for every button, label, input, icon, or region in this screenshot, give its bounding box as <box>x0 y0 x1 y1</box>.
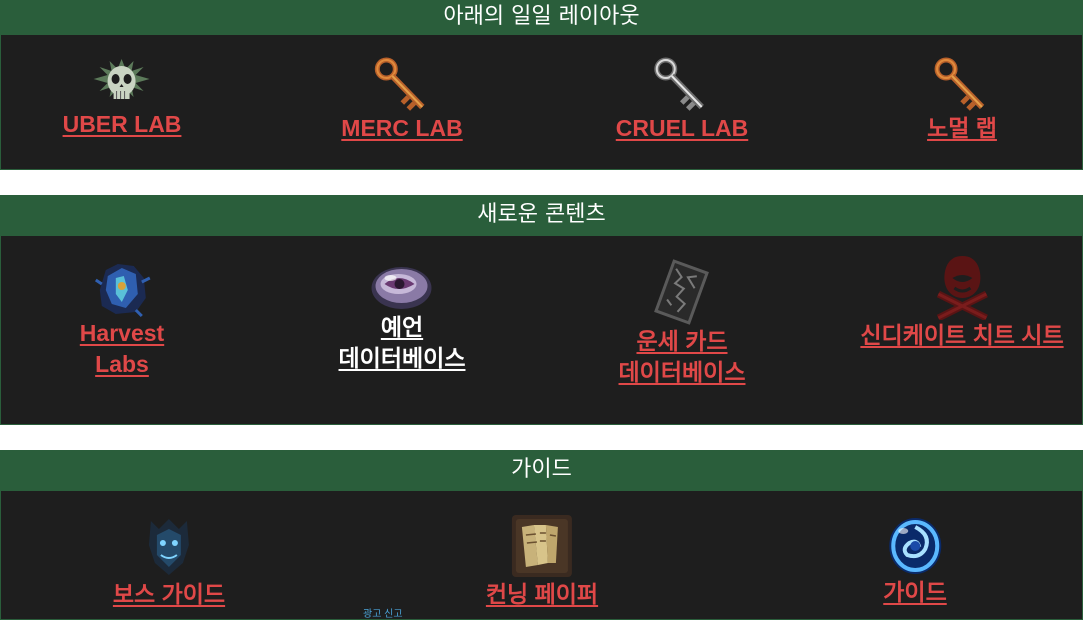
section-title-daily-lab: 아래의 일일 레이아웃 <box>1 1 1082 35</box>
cruel-lab-link[interactable]: CRUEL LAB <box>616 113 748 144</box>
harvest-crystal-icon <box>95 264 151 318</box>
prophecy-line2: 데이터베이스 <box>338 345 466 371</box>
harvest-labs-line2: Labs <box>95 351 149 377</box>
boss-guide-link[interactable]: 보스 가이드 <box>113 579 225 610</box>
divination-card-item[interactable]: 운세 카드 데이터베이스 <box>619 258 746 388</box>
uber-lab-item[interactable]: UBER LAB <box>63 57 182 140</box>
skull-crest-icon <box>94 59 150 99</box>
merc-lab-item[interactable]: MERC LAB <box>341 57 463 144</box>
prophecy-orb-icon <box>372 267 432 309</box>
blue-portal-icon <box>888 518 941 574</box>
divination-card-icon <box>654 259 710 325</box>
harvest-labs-line1: Harvest <box>79 320 165 346</box>
prophecy-line1: 예언 <box>380 314 424 340</box>
cheat-paper-link[interactable]: 컨닝 페이퍼 <box>486 579 598 610</box>
scroll-paper-icon <box>511 515 572 577</box>
boss-mask-icon <box>148 519 189 575</box>
syndicate-cheatsheet-link[interactable]: 신디케이트 치트 시트 <box>860 320 1063 351</box>
section-title-guides: 가이드 <box>1 451 1082 491</box>
cheat-paper-item[interactable]: 컨닝 페이퍼 <box>486 513 598 610</box>
section-title-new-content: 새로운 콘텐츠 <box>1 196 1082 236</box>
harvest-labs-link[interactable]: Harvest Labs <box>80 318 164 380</box>
normal-lab-item[interactable]: 노멀 랩 <box>927 57 997 144</box>
divination-card-link[interactable]: 운세 카드 데이터베이스 <box>619 326 746 388</box>
bronze-key-icon <box>374 57 425 111</box>
boss-guide-item[interactable]: 보스 가이드 <box>113 515 225 610</box>
normal-lab-link[interactable]: 노멀 랩 <box>927 113 997 144</box>
prophecy-database-item[interactable]: 예언 데이터베이스 <box>339 262 466 374</box>
syndicate-cheatsheet-item[interactable]: 신디케이트 치트 시트 <box>860 254 1064 351</box>
guides-panel: 가이드 보스 가이드 컨닝 페이퍼 가이드 광고 신고 <box>0 450 1083 620</box>
merc-lab-link[interactable]: MERC LAB <box>341 113 462 144</box>
divination-line2: 데이터베이스 <box>618 359 746 385</box>
daily-lab-panel: 아래의 일일 레이아웃 UBER LAB MERC LAB CRUEL LAB … <box>0 0 1083 170</box>
harvest-labs-item[interactable]: Harvest Labs <box>80 260 164 380</box>
guide-link[interactable]: 가이드 <box>883 577 946 608</box>
new-content-panel: 새로운 콘텐츠 Harvest Labs 예언 데이터베이스 운세 카드 데이터… <box>0 195 1083 425</box>
uber-lab-link[interactable]: UBER LAB <box>63 109 182 140</box>
cruel-lab-item[interactable]: CRUEL LAB <box>616 57 748 144</box>
prophecy-database-link[interactable]: 예언 데이터베이스 <box>339 312 466 374</box>
syndicate-emblem-icon <box>936 256 988 320</box>
ad-report-link[interactable]: 광고 신고 <box>363 605 403 620</box>
divination-line1: 운세 카드 <box>636 328 728 354</box>
silver-key-icon <box>654 57 705 111</box>
guide-item[interactable]: 가이드 <box>883 515 947 608</box>
bronze-key-icon <box>934 57 985 111</box>
